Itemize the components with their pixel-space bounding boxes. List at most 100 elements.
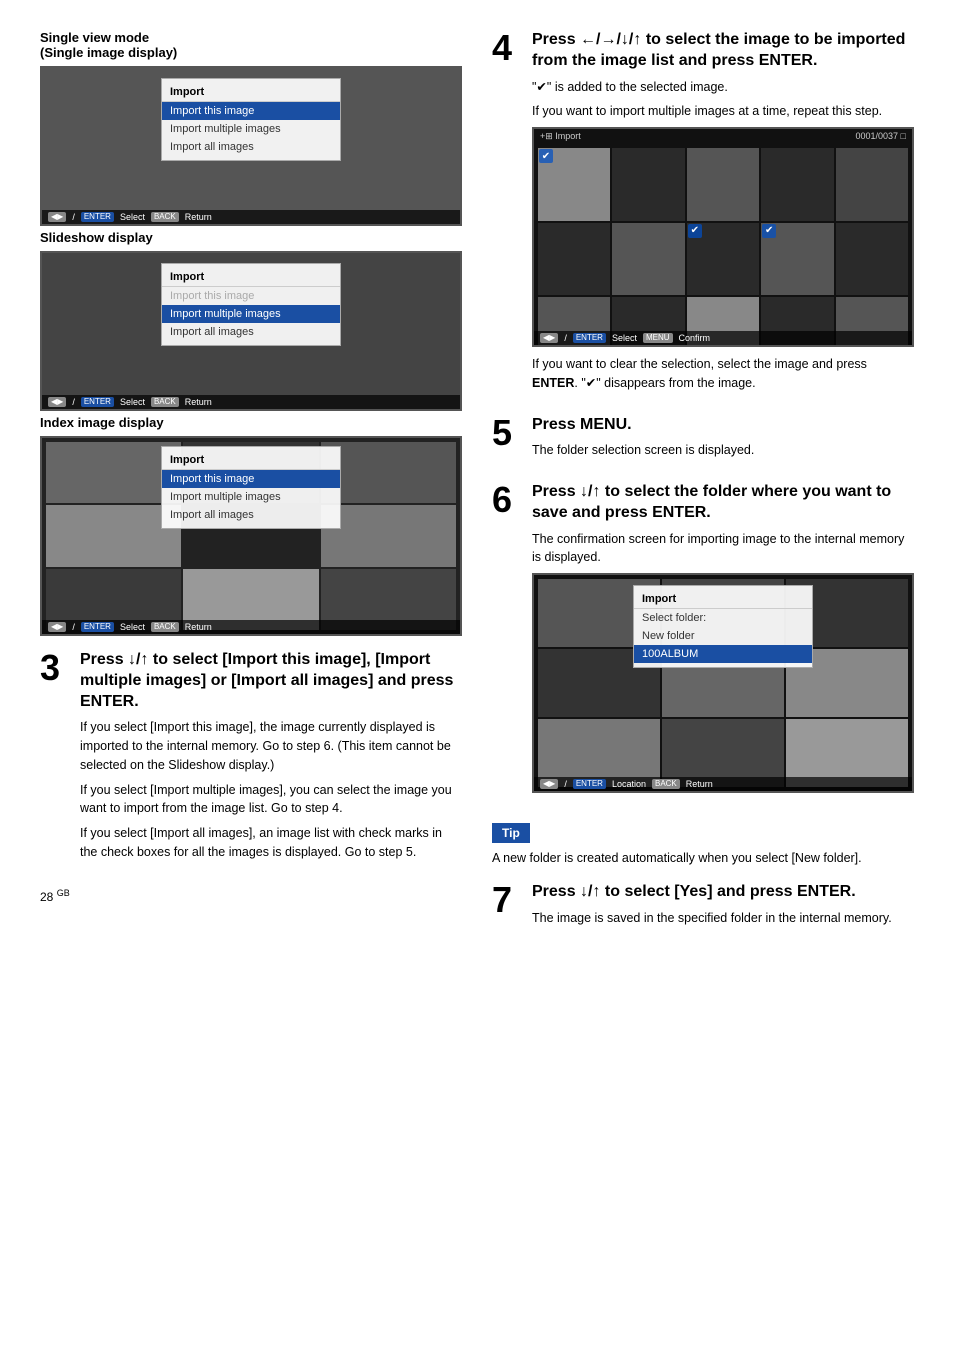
step-5-title: Press MENU. bbox=[532, 415, 914, 436]
single-view-menu: Import Import this image Import multiple… bbox=[161, 78, 341, 161]
step-5-block: 5 Press MENU. The folder selection scree… bbox=[492, 415, 914, 467]
single-view-heading: Single view mode(Single image display) bbox=[40, 30, 462, 60]
thumb-8 bbox=[687, 223, 759, 295]
tip-text: A new folder is created automatically wh… bbox=[492, 849, 914, 868]
slideshow-section: Slideshow display Import Import this ima… bbox=[40, 230, 462, 411]
step-3-title: Press ↓/↑ to select [Import this image],… bbox=[80, 650, 462, 712]
enter-btn-3: ENTER bbox=[81, 622, 114, 632]
left-column: Single view mode(Single image display) I… bbox=[40, 30, 462, 950]
folder-menu-title: Import bbox=[634, 590, 812, 609]
nav-indicator-4: ◀▶ bbox=[540, 333, 558, 343]
thumb-2 bbox=[612, 148, 684, 220]
index-heading: Index image display bbox=[40, 415, 462, 430]
step-7-number: 7 bbox=[492, 882, 520, 934]
menu-item-import-multiple-3: Import multiple images bbox=[162, 488, 340, 506]
menu-title-2: Import bbox=[162, 268, 340, 287]
nav-indicator-3: ◀▶ bbox=[48, 622, 66, 632]
folder-screenshot: Import Select folder: New folder 100ALBU… bbox=[532, 573, 914, 793]
thumb-3 bbox=[687, 148, 759, 220]
step-4-title: Press ←/→/↓/↑ to select the image to be … bbox=[532, 30, 914, 72]
enter-btn-4: ENTER bbox=[573, 333, 606, 343]
step-5-content: Press MENU. The folder selection screen … bbox=[532, 415, 914, 467]
menu-item-import-all-1: Import all images bbox=[162, 138, 340, 156]
step-3-para-1: If you select [Import this image], the i… bbox=[80, 718, 462, 774]
slideshow-bottom-bar: ◀▶ / ENTER Select BACK Return bbox=[42, 395, 460, 409]
folder-select-label: Select folder: bbox=[634, 609, 812, 627]
step-6-description: The confirmation screen for importing im… bbox=[532, 530, 914, 568]
back-btn-5: BACK bbox=[652, 779, 680, 789]
thumb-4 bbox=[761, 148, 833, 220]
step-4-clear-text: If you want to clear the selection, sele… bbox=[532, 355, 914, 393]
page-unit: GB bbox=[57, 888, 70, 898]
step-6-number: 6 bbox=[492, 482, 520, 797]
menu-item-import-all-3: Import all images bbox=[162, 506, 340, 524]
step-4-para-1: "✔" is added to the selected image. bbox=[532, 78, 914, 97]
menu-item-import-multiple-2: Import multiple images bbox=[162, 305, 340, 323]
step-5-description: The folder selection screen is displayed… bbox=[532, 441, 914, 460]
tip-label: Tip bbox=[492, 823, 530, 843]
grid-header: +⊞ Import 0001/0037 □ bbox=[534, 129, 912, 144]
step-4-number: 4 bbox=[492, 30, 520, 399]
thumb-9 bbox=[761, 223, 833, 295]
step-7-block: 7 Press ↓/↑ to select [Yes] and press EN… bbox=[492, 882, 914, 934]
step-4-content: Press ←/→/↓/↑ to select the image to be … bbox=[532, 30, 914, 399]
thumb-7 bbox=[612, 223, 684, 295]
single-view-section: Single view mode(Single image display) I… bbox=[40, 30, 462, 226]
grid-screenshot: +⊞ Import 0001/0037 □ bbox=[532, 127, 914, 347]
step-3-number: 3 bbox=[40, 650, 68, 868]
slideshow-heading: Slideshow display bbox=[40, 230, 462, 245]
back-btn-1: BACK bbox=[151, 212, 179, 222]
page-number: 28 GB bbox=[40, 888, 462, 904]
grid-header-right: 0001/0037 □ bbox=[856, 131, 906, 142]
slideshow-menu: Import Import this image Import multiple… bbox=[161, 263, 341, 346]
tip-section: Tip A new folder is created automaticall… bbox=[492, 813, 914, 868]
nav-indicator-5: ◀▶ bbox=[540, 779, 558, 789]
step-7-content: Press ↓/↑ to select [Yes] and press ENTE… bbox=[532, 882, 914, 934]
nav-indicator-2: ◀▶ bbox=[48, 397, 66, 407]
menu-btn-4: MENU bbox=[643, 333, 673, 343]
step-3-block: 3 Press ↓/↑ to select [Import this image… bbox=[40, 650, 462, 868]
slideshow-screenshot: Import Import this image Import multiple… bbox=[40, 251, 462, 411]
grid-header-left: +⊞ Import bbox=[540, 131, 581, 142]
step-7-title: Press ↓/↑ to select [Yes] and press ENTE… bbox=[532, 882, 914, 903]
step-5-number: 5 bbox=[492, 415, 520, 467]
index-screenshot: Import Import this image Import multiple… bbox=[40, 436, 462, 636]
thumb-1 bbox=[538, 148, 610, 220]
thumb-grid bbox=[534, 144, 912, 347]
step-4-block: 4 Press ←/→/↓/↑ to select the image to b… bbox=[492, 30, 914, 399]
step-6-title: Press ↓/↑ to select the folder where you… bbox=[532, 482, 914, 524]
back-btn-3: BACK bbox=[151, 622, 179, 632]
step-3-para-2: If you select [Import multiple images], … bbox=[80, 781, 462, 819]
index-section: Index image display Import Import this i… bbox=[40, 415, 462, 636]
folder-bottom-bar: ◀▶ / ENTER Location BACK Return bbox=[534, 777, 912, 791]
menu-title-1: Import bbox=[162, 83, 340, 102]
step-7-description: The image is saved in the specified fold… bbox=[532, 909, 914, 928]
enter-btn-2: ENTER bbox=[81, 397, 114, 407]
menu-item-import-this-2: Import this image bbox=[162, 287, 340, 305]
step-3-content: Press ↓/↑ to select [Import this image],… bbox=[80, 650, 462, 868]
step-6-block: 6 Press ↓/↑ to select the folder where y… bbox=[492, 482, 914, 797]
menu-item-import-multiple-1: Import multiple images bbox=[162, 120, 340, 138]
single-view-screenshot: Import Import this image Import multiple… bbox=[40, 66, 462, 226]
grid-bottom-bar: ◀▶ / ENTER Select MENU Confirm bbox=[534, 331, 912, 345]
step-3-para-3: If you select [Import all images], an im… bbox=[80, 824, 462, 862]
folder-new: New folder bbox=[634, 627, 812, 645]
index-menu: Import Import this image Import multiple… bbox=[161, 446, 341, 529]
right-column: 4 Press ←/→/↓/↑ to select the image to b… bbox=[492, 30, 914, 950]
menu-item-import-this-3: Import this image bbox=[162, 470, 340, 488]
step-6-content: Press ↓/↑ to select the folder where you… bbox=[532, 482, 914, 797]
menu-item-import-all-2: Import all images bbox=[162, 323, 340, 341]
step-4-para-2: If you want to import multiple images at… bbox=[532, 102, 914, 121]
menu-item-import-this-1: Import this image bbox=[162, 102, 340, 120]
single-view-bottom-bar: ◀▶ / ENTER Select BACK Return bbox=[42, 210, 460, 224]
folder-menu: Import Select folder: New folder 100ALBU… bbox=[633, 585, 813, 668]
back-btn-2: BACK bbox=[151, 397, 179, 407]
enter-btn-5: ENTER bbox=[573, 779, 606, 789]
menu-title-3: Import bbox=[162, 451, 340, 470]
thumb-5 bbox=[836, 148, 908, 220]
enter-btn-1: ENTER bbox=[81, 212, 114, 222]
nav-indicator-1: ◀▶ bbox=[48, 212, 66, 222]
thumb-10 bbox=[836, 223, 908, 295]
thumb-6 bbox=[538, 223, 610, 295]
index-bottom-bar: ◀▶ / ENTER Select BACK Return bbox=[42, 620, 460, 634]
